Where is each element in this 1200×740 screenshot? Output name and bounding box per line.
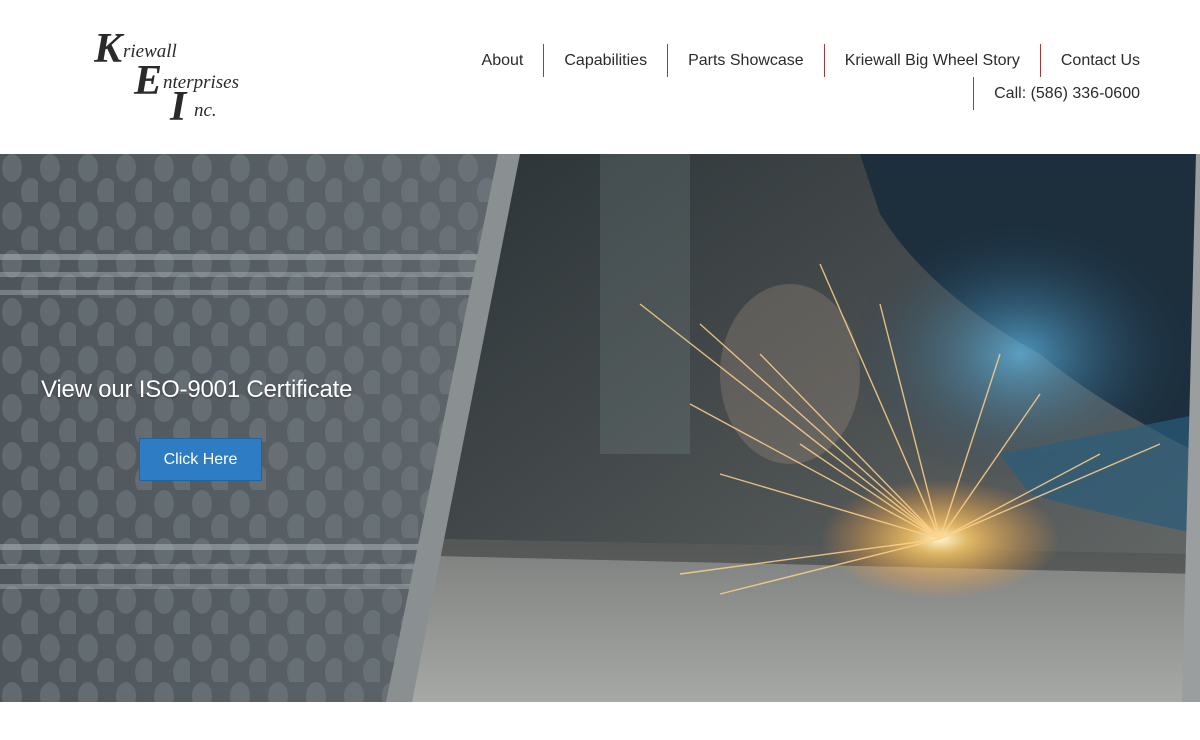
nav-link-about[interactable]: About [462,44,544,77]
nav-link-big-wheel-story[interactable]: Kriewall Big Wheel Story [823,44,1040,77]
hero-banner: View our ISO-9001 Certificate Click Here [0,154,1200,702]
certificate-heading: View our ISO-9001 Certificate [41,376,353,403]
nav-link-contact-us[interactable]: Contact Us [1039,44,1160,77]
svg-text:nc.: nc. [194,100,217,121]
svg-text:K: K [94,30,125,72]
svg-text:I: I [169,84,188,126]
company-logo[interactable]: K riewall E nterprises I nc. [94,30,276,126]
click-here-button[interactable]: Click Here [139,438,262,481]
nav-link-parts-showcase[interactable]: Parts Showcase [667,44,824,77]
kei-logo-graphic: K riewall E nterprises I nc. [94,30,239,126]
main-navigation: About Capabilities Parts Showcase Kriewa… [462,44,1160,77]
site-header: K riewall E nterprises I nc. About Capab… [0,0,1200,154]
phone-link[interactable]: Call: (586) 336-0600 [973,77,1140,110]
svg-text:E: E [133,58,162,104]
page-below-hero [0,702,1200,740]
nav-link-capabilities[interactable]: Capabilities [543,44,667,77]
certificate-promo: View our ISO-9001 Certificate Click Here [0,154,520,702]
phone-row: Call: (586) 336-0600 [973,77,1140,110]
